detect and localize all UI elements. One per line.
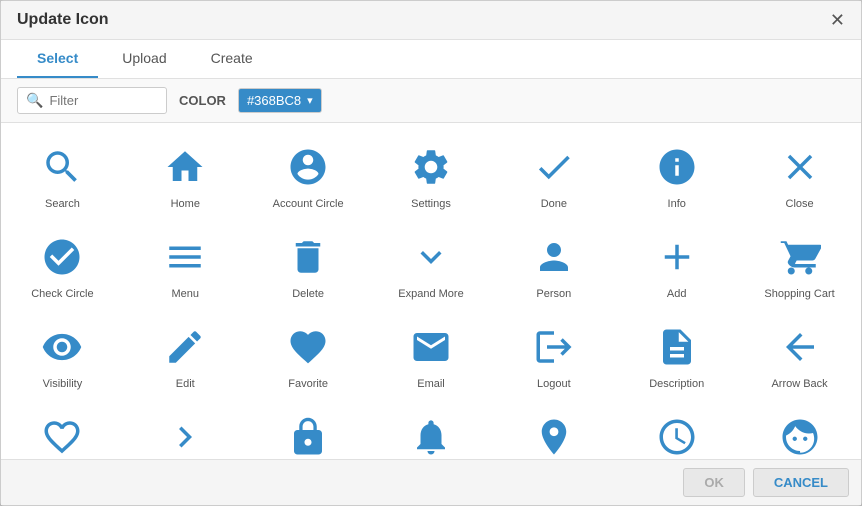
icon-cell-check-circle[interactable]: Check Circle [1,221,124,311]
dialog-title: Update Icon [17,11,109,29]
toolbar: 🔍 COLOR #368BC8 ▾ [1,79,861,123]
search-icon [38,143,86,191]
tab-upload[interactable]: Upload [102,40,186,78]
close-label: Close [786,197,814,211]
shopping-cart-icon [776,233,824,281]
email-icon [407,323,455,371]
icon-cell-face[interactable]: Face [738,401,861,459]
color-label: COLOR [179,93,226,108]
visibility-icon [38,323,86,371]
info-label: Info [668,197,686,211]
icons-area[interactable]: Search Home Account Circle Settings Done Info… [1,123,861,459]
tab-select[interactable]: Select [17,40,98,78]
arrow-back-icon [776,323,824,371]
icon-cell-expand-more[interactable]: Expand More [370,221,493,311]
update-icon-dialog: Update Icon ✕ Select Upload Create 🔍 COL… [0,0,862,506]
favorite-icon [284,323,332,371]
delete-icon [284,233,332,281]
person-label: Person [536,287,571,301]
person-icon [530,233,578,281]
icon-cell-chevron-right[interactable]: Chevron Right [124,401,247,459]
color-value: #368BC8 [247,93,301,108]
dialog-footer: OK CANCEL [1,459,861,505]
icon-cell-email[interactable]: Email [370,311,493,401]
tab-bar: Select Upload Create [1,40,861,79]
close-button[interactable]: ✕ [830,11,845,29]
icon-cell-lock[interactable]: Lock [247,401,370,459]
icon-cell-info[interactable]: Info [615,131,738,221]
account-circle-icon [284,143,332,191]
settings-label: Settings [411,197,451,211]
expand-more-icon [407,233,455,281]
logout-icon [530,323,578,371]
icon-cell-delete[interactable]: Delete [247,221,370,311]
info-icon [653,143,701,191]
filter-input[interactable] [49,93,158,108]
icon-cell-favorite[interactable]: Favorite [247,311,370,401]
search-label: Search [45,197,80,211]
icon-cell-close[interactable]: Close [738,131,861,221]
description-label: Description [649,377,704,391]
icon-cell-search[interactable]: Search [1,131,124,221]
done-label: Done [541,197,567,211]
visibility-label: Visibility [43,377,83,391]
color-selector[interactable]: #368BC8 ▾ [238,88,322,113]
chevron-right-icon [161,413,209,459]
icon-cell-account-circle[interactable]: Account Circle [247,131,370,221]
location-on-icon [530,413,578,459]
icon-cell-logout[interactable]: Logout [492,311,615,401]
icon-cell-shopping-cart[interactable]: Shopping Cart [738,221,861,311]
icon-cell-done[interactable]: Done [492,131,615,221]
check-circle-icon [38,233,86,281]
logout-label: Logout [537,377,571,391]
arrow-back-label: Arrow Back [771,377,827,391]
close-icon [776,143,824,191]
face-icon [776,413,824,459]
edit-icon [161,323,209,371]
description-icon [653,323,701,371]
account-circle-label: Account Circle [273,197,344,211]
lock-icon [284,413,332,459]
done-icon [530,143,578,191]
menu-label: Menu [172,287,200,301]
shopping-cart-label: Shopping Cart [764,287,834,301]
icon-cell-arrow-back[interactable]: Arrow Back [738,311,861,401]
add-label: Add [667,287,687,301]
delete-label: Delete [292,287,324,301]
edit-label: Edit [176,377,195,391]
menu-icon [161,233,209,281]
icon-cell-add[interactable]: Add [615,221,738,311]
check-circle-label: Check Circle [31,287,93,301]
ok-button[interactable]: OK [683,468,745,497]
home-label: Home [171,197,200,211]
icon-cell-favorite-border[interactable]: Favorite Border [1,401,124,459]
favorite-label: Favorite [288,377,328,391]
icon-cell-notifications[interactable]: Notifications [370,401,493,459]
expand-more-label: Expand More [398,287,463,301]
favorite-border-icon [38,413,86,459]
notifications-icon [407,413,455,459]
icon-cell-person[interactable]: Person [492,221,615,311]
filter-input-wrap[interactable]: 🔍 [17,87,167,114]
icon-cell-home[interactable]: Home [124,131,247,221]
tab-create[interactable]: Create [191,40,273,78]
settings-icon [407,143,455,191]
dialog-header: Update Icon ✕ [1,1,861,40]
add-icon [653,233,701,281]
schedule-icon [653,413,701,459]
cancel-button[interactable]: CANCEL [753,468,849,497]
icon-cell-edit[interactable]: Edit [124,311,247,401]
icon-cell-location-on[interactable]: Location On [492,401,615,459]
icon-cell-description[interactable]: Description [615,311,738,401]
icon-cell-settings[interactable]: Settings [370,131,493,221]
home-icon [161,143,209,191]
icon-cell-menu[interactable]: Menu [124,221,247,311]
icon-cell-visibility[interactable]: Visibility [1,311,124,401]
email-label: Email [417,377,445,391]
chevron-down-icon: ▾ [307,94,313,107]
search-icon: 🔍 [26,92,43,109]
icon-cell-schedule[interactable]: Schedule [615,401,738,459]
icons-grid: Search Home Account Circle Settings Done Info… [1,131,861,459]
